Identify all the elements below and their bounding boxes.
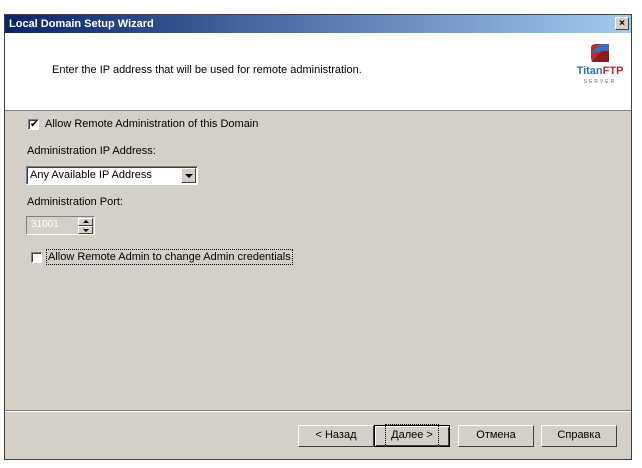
- cancel-button[interactable]: Отмена: [458, 425, 534, 447]
- arrow-up-icon: [83, 220, 89, 223]
- title-bar: Local Domain Setup Wizard ×: [5, 15, 631, 33]
- close-icon: ×: [619, 18, 625, 29]
- logo-subtitle: SERVER: [583, 79, 617, 85]
- header-instruction: Enter the IP address that will be used f…: [52, 64, 362, 76]
- next-button[interactable]: Далее >: [374, 424, 450, 447]
- spin-up-button[interactable]: [78, 218, 93, 226]
- admin-ip-value: Any Available IP Address: [30, 169, 152, 181]
- arrow-down-icon: [83, 229, 89, 232]
- wizard-window: Local Domain Setup Wizard × Enter the IP…: [4, 14, 632, 460]
- titanftp-logo: TitanFTP SERVER: [575, 43, 625, 95]
- spin-down-button[interactable]: [78, 226, 93, 234]
- logo-icon: [591, 44, 609, 62]
- admin-ip-label: Administration IP Address:: [27, 145, 156, 157]
- logo-wordmark: TitanFTP: [576, 65, 624, 77]
- admin-ip-select[interactable]: Any Available IP Address: [26, 166, 198, 185]
- allow-change-credentials-label[interactable]: Allow Remote Admin to change Admin crede…: [46, 249, 293, 265]
- next-button-label: Далее >: [385, 424, 439, 447]
- help-button-label: Справка: [557, 429, 601, 441]
- allow-remote-admin-checkbox[interactable]: ✔: [28, 119, 39, 130]
- cancel-button-label: Отмена: [476, 429, 516, 441]
- admin-port-label: Administration Port:: [27, 196, 123, 208]
- admin-port-value: 31001: [31, 219, 59, 230]
- back-button[interactable]: < Назад: [298, 425, 374, 447]
- chevron-down-icon: [185, 174, 193, 178]
- window-title: Local Domain Setup Wizard: [9, 18, 154, 30]
- admin-port-stepper[interactable]: 31001: [26, 216, 95, 235]
- wizard-header: Enter the IP address that will be used f…: [5, 33, 631, 111]
- allow-remote-admin-label[interactable]: Allow Remote Administration of this Doma…: [45, 118, 258, 130]
- checkmark-icon: ✔: [30, 119, 39, 130]
- back-button-label: < Назад: [315, 429, 357, 441]
- close-button[interactable]: ×: [615, 17, 629, 30]
- allow-change-credentials-checkbox[interactable]: [31, 252, 42, 263]
- dropdown-button[interactable]: [181, 168, 196, 183]
- help-button[interactable]: Справка: [541, 425, 617, 447]
- footer-divider-highlight: [5, 411, 631, 412]
